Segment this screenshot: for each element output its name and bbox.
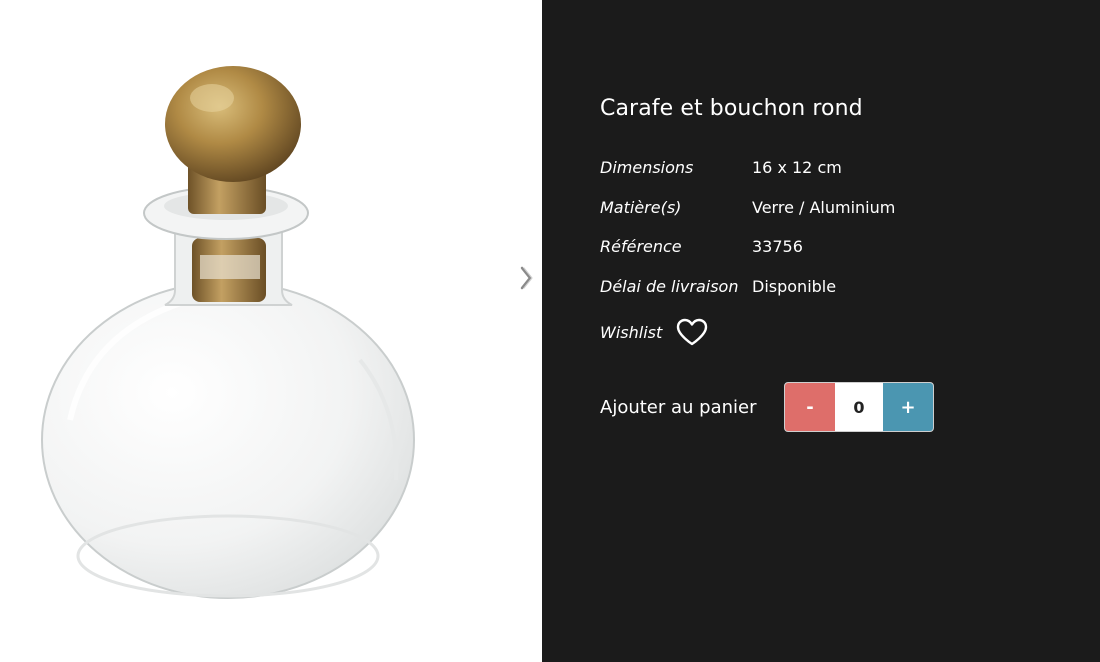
spec-label: Matière(s) [600, 197, 682, 217]
spec-value: 33756 [752, 237, 803, 256]
spec-row-delivery: Délai de livraison Disponible [600, 273, 895, 313]
quantity-stepper: - + [784, 382, 934, 432]
spec-value: Disponible [752, 276, 837, 296]
spec-value: Verre / Aluminium [752, 197, 896, 217]
add-to-cart-label: Ajouter au panier [600, 396, 757, 418]
next-image-button[interactable] [512, 262, 540, 294]
product-gallery [0, 0, 542, 662]
wishlist-button[interactable] [676, 316, 708, 348]
increase-quantity-button[interactable]: + [883, 383, 933, 431]
spec-label: Référence [600, 237, 682, 256]
quantity-input[interactable] [835, 383, 883, 431]
spec-label: Dimensions [600, 158, 694, 177]
wishlist: Wishlist [600, 316, 708, 348]
chevron-right-icon [520, 266, 533, 290]
add-to-cart: Ajouter au panier - + [600, 382, 934, 432]
product-specs: Dimensions 16 x 12 cm Matière(s) Verre /… [600, 154, 895, 312]
spec-value: 16 x 12 cm [752, 158, 842, 177]
decrease-quantity-button[interactable]: - [785, 383, 835, 431]
product-title: Carafe et bouchon rond [600, 96, 863, 121]
spec-row-dimensions: Dimensions 16 x 12 cm [600, 154, 895, 194]
product-page: Carafe et bouchon rond Dimensions 16 x 1… [0, 0, 1100, 662]
spec-row-materials: Matière(s) Verre / Aluminium [600, 194, 895, 234]
wishlist-label: Wishlist [600, 322, 663, 342]
product-info-panel: Carafe et bouchon rond Dimensions 16 x 1… [542, 0, 1100, 662]
heart-icon [677, 318, 708, 346]
product-image [41, 66, 415, 599]
spec-row-reference: Référence 33756 [600, 233, 895, 273]
spec-label: Délai de livraison [600, 276, 739, 296]
